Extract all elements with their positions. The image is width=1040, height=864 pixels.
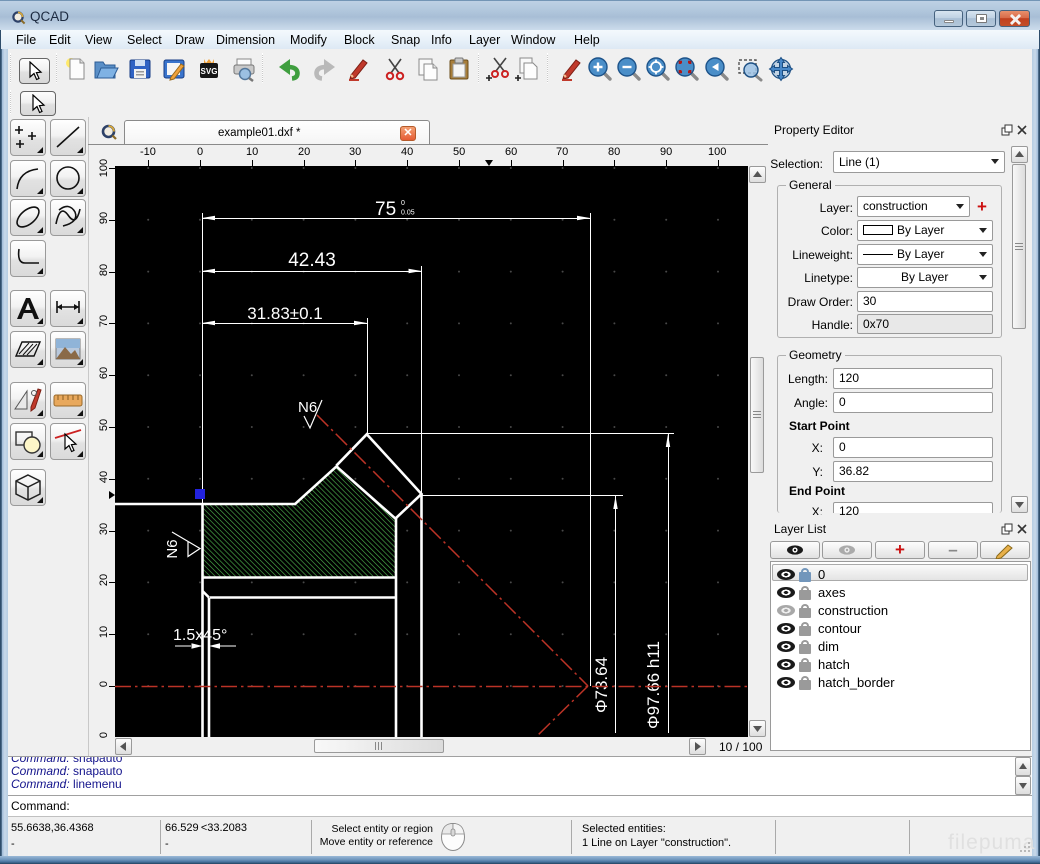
svg-text:1.5x45°: 1.5x45° [173,627,227,644]
svg-text:Φ73.64: Φ73.64 [592,657,611,713]
svg-text:42.43: 42.43 [288,250,336,271]
svg-text:Φ97.66 h11: Φ97.66 h11 [644,641,663,729]
svg-text:SVG: SVG [201,67,218,76]
svg-text:31.83±0.1: 31.83±0.1 [247,304,323,323]
svg-text:0: 0 [401,200,405,207]
svg-text:75: 75 [375,199,396,220]
svg-text:0.05: 0.05 [401,210,415,217]
svg-text:N6: N6 [164,539,181,558]
svg-text:N6: N6 [298,399,317,416]
